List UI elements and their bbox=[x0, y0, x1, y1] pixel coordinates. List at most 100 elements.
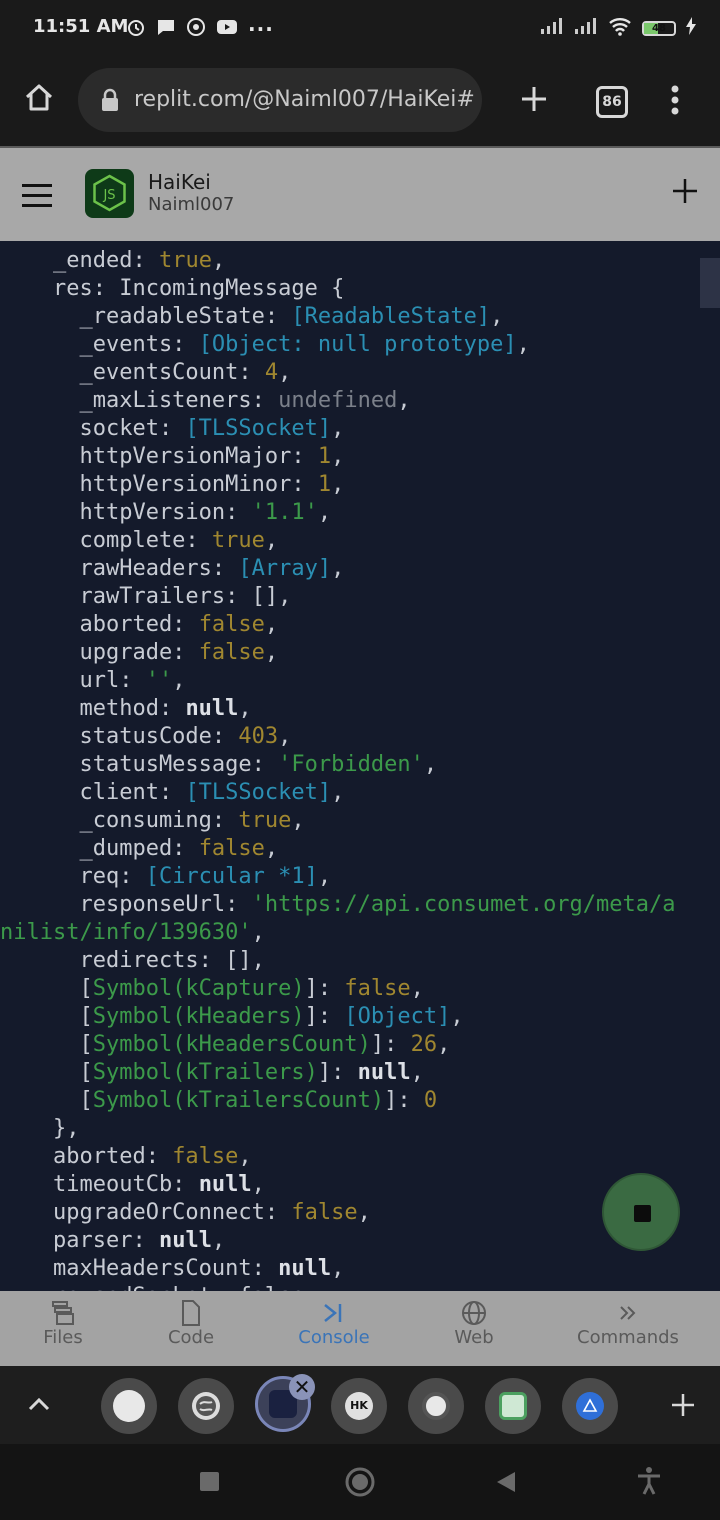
console-token: , bbox=[278, 724, 292, 749]
more-notifications-icon: ··· bbox=[248, 17, 274, 41]
console-token: rawHeaders: bbox=[0, 556, 239, 581]
console-line: _eventsCount: 4, bbox=[0, 359, 676, 387]
console-token: , bbox=[238, 696, 252, 721]
console-line: [Symbol(kTrailersCount)]: 0 bbox=[0, 1087, 676, 1115]
console-token: , bbox=[251, 1172, 265, 1197]
back-icon[interactable] bbox=[496, 1471, 516, 1497]
console-token: 1 bbox=[317, 444, 332, 469]
scrollbar-thumb[interactable] bbox=[700, 258, 720, 308]
accessibility-icon[interactable] bbox=[636, 1466, 662, 1500]
file-icon bbox=[151, 1299, 231, 1327]
recents-icon[interactable] bbox=[200, 1472, 219, 1491]
console-token: [ bbox=[0, 1004, 93, 1029]
bubble-app-1[interactable] bbox=[101, 1378, 157, 1434]
console-token: '1.1' bbox=[251, 500, 318, 525]
console-token: reusedSocket: false, bbox=[0, 1284, 318, 1291]
console-token: rawTrailers: [], bbox=[0, 584, 292, 609]
console-line: complete: true, bbox=[0, 527, 676, 555]
console-token: , bbox=[437, 1032, 451, 1057]
console-line: }, bbox=[0, 1115, 676, 1143]
tab-files-label: Files bbox=[43, 1327, 83, 1348]
console-token: res: IncomingMessage { bbox=[0, 276, 345, 301]
console-token: , bbox=[238, 1144, 252, 1169]
tab-files[interactable]: Files bbox=[23, 1291, 103, 1366]
bubble-app-5[interactable] bbox=[408, 1378, 464, 1434]
console-token: [Object: null prototype] bbox=[198, 332, 517, 357]
console-token: , bbox=[331, 1256, 345, 1281]
address-bar[interactable]: replit.com/@Naiml007/HaiKei# bbox=[78, 68, 482, 132]
console-line: _dumped: false, bbox=[0, 835, 676, 863]
console-token: ]: bbox=[384, 1088, 424, 1113]
add-icon[interactable] bbox=[672, 178, 698, 208]
svg-text:JS: JS bbox=[102, 188, 115, 203]
message-icon bbox=[156, 17, 176, 41]
bubble-app-6[interactable] bbox=[485, 1378, 541, 1434]
console-token: Symbol(kTrailersCount) bbox=[92, 1088, 385, 1113]
tab-code[interactable]: Code bbox=[151, 1291, 231, 1366]
console-token: maxHeadersCount: bbox=[0, 1256, 279, 1281]
close-bubble-icon[interactable]: ✕ bbox=[289, 1374, 315, 1400]
tab-commands-label: Commands bbox=[577, 1327, 679, 1348]
home-icon[interactable] bbox=[24, 83, 54, 117]
more-vert-icon[interactable] bbox=[670, 85, 680, 119]
home-nav-icon[interactable] bbox=[344, 1466, 376, 1502]
tab-commands[interactable]: Commands bbox=[575, 1291, 681, 1366]
console-token: false bbox=[198, 612, 265, 637]
console-token: , bbox=[490, 304, 504, 329]
console-token: _consuming: bbox=[0, 808, 239, 833]
stop-button[interactable] bbox=[602, 1173, 680, 1251]
console-token: [TLSSocket] bbox=[185, 416, 332, 441]
console-token: [ bbox=[0, 976, 93, 1001]
new-tab-icon[interactable] bbox=[519, 84, 549, 118]
console-token: , bbox=[410, 1060, 424, 1085]
tab-console[interactable]: Console bbox=[289, 1291, 379, 1366]
bubble-haikei[interactable]: HK bbox=[331, 1378, 387, 1434]
console-line: _readableState: [ReadableState], bbox=[0, 303, 676, 331]
bubble-browser-icon[interactable] bbox=[178, 1378, 234, 1434]
repl-title: HaiKei bbox=[148, 170, 211, 194]
chevron-up-icon[interactable] bbox=[26, 1392, 52, 1422]
console-output[interactable]: _ended: true, res: IncomingMessage { _re… bbox=[0, 241, 720, 1291]
bubble-app-7[interactable] bbox=[562, 1378, 618, 1434]
console-line: aborted: false, bbox=[0, 611, 676, 639]
console-token: aborted: bbox=[0, 612, 199, 637]
console-token: method: bbox=[0, 696, 186, 721]
console-token: aborted: bbox=[0, 1144, 173, 1169]
console-token: statusCode: bbox=[0, 724, 239, 749]
add-bubble-icon[interactable] bbox=[670, 1392, 696, 1422]
menu-icon[interactable] bbox=[22, 184, 52, 214]
console-line: aborted: false, bbox=[0, 1143, 676, 1171]
console-line: upgradeOrConnect: false, bbox=[0, 1199, 676, 1227]
console-token: ]: bbox=[304, 976, 345, 1001]
console-line: parser: null, bbox=[0, 1227, 676, 1255]
console-token: _dumped: bbox=[0, 836, 199, 861]
console-token: undefined bbox=[278, 388, 398, 413]
console-token: , bbox=[211, 1228, 226, 1253]
tab-count-button[interactable]: 86 bbox=[596, 86, 628, 118]
console-token: , bbox=[251, 920, 265, 945]
tab-web[interactable]: Web bbox=[434, 1291, 514, 1366]
console-token: , bbox=[423, 752, 438, 777]
console-token: null bbox=[185, 696, 239, 721]
console-token: complete: bbox=[0, 528, 212, 553]
console-token: , bbox=[264, 836, 279, 861]
console-line: reusedSocket: false, bbox=[0, 1283, 676, 1291]
console-token: _eventsCount: bbox=[0, 360, 265, 385]
console-token: Symbol(kHeadersCount) bbox=[92, 1032, 371, 1057]
console-token: url: bbox=[0, 668, 146, 693]
console-log-text: _ended: true, res: IncomingMessage { _re… bbox=[0, 247, 676, 1291]
console-token: true bbox=[158, 248, 212, 273]
console-token: [ bbox=[0, 1060, 93, 1085]
console-line: nilist/info/139630', bbox=[0, 919, 676, 947]
battery-icon: 48 bbox=[642, 20, 676, 36]
console-token: upgrade: bbox=[0, 640, 199, 665]
status-time: 11:51 AM bbox=[33, 16, 129, 37]
whatsapp-icon bbox=[186, 17, 206, 41]
stop-icon bbox=[634, 1205, 651, 1222]
console-line: rawTrailers: [], bbox=[0, 583, 676, 611]
signal-icon bbox=[540, 17, 564, 39]
console-line: maxHeadersCount: null, bbox=[0, 1255, 676, 1283]
console-token: 403 bbox=[238, 724, 279, 749]
console-token: 26 bbox=[410, 1032, 438, 1057]
console-line: _ended: true, bbox=[0, 247, 676, 275]
